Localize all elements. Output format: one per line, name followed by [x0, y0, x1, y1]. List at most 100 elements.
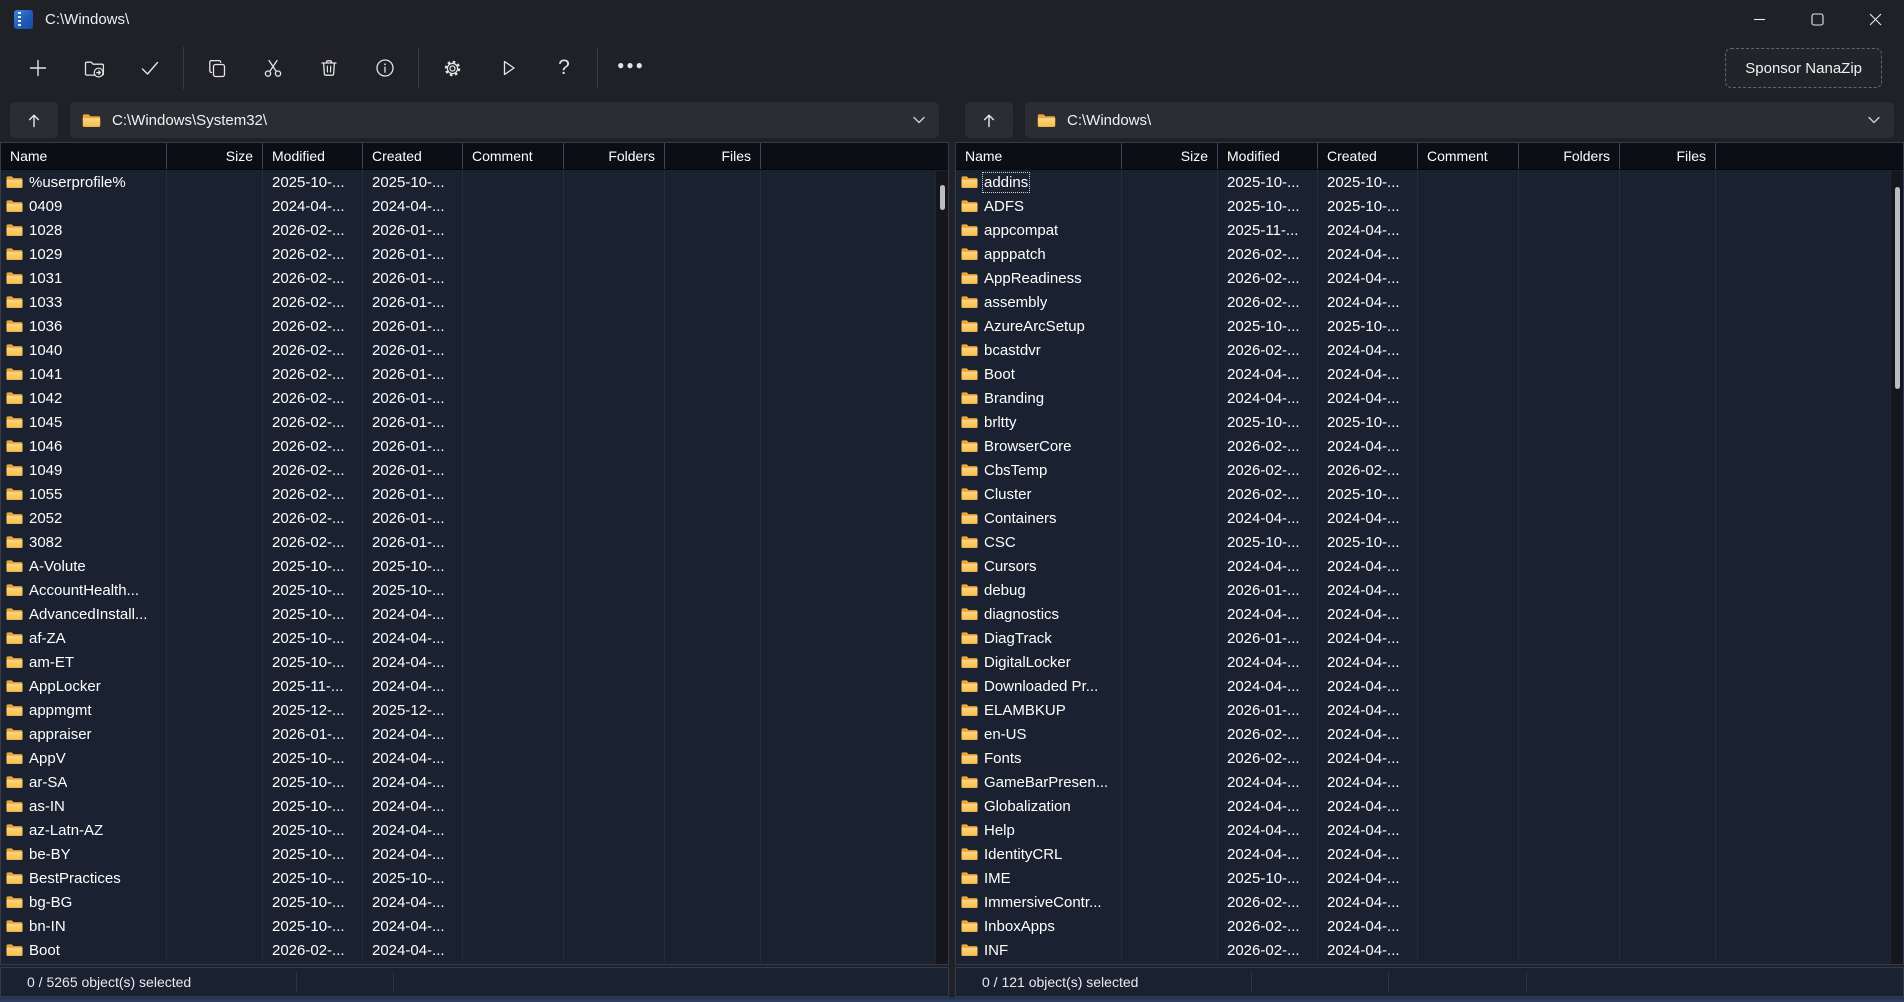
file-row[interactable]: apppatch 2026-02-... 2024-04-... — [956, 242, 1890, 266]
column-header-created[interactable]: Created — [1318, 143, 1418, 169]
scrollbar-thumb[interactable] — [940, 185, 945, 210]
test-check-button[interactable] — [122, 46, 178, 90]
cut-button[interactable] — [245, 46, 301, 90]
file-row[interactable]: INF 2026-02-... 2024-04-... — [956, 938, 1890, 962]
file-row[interactable]: CSC 2025-10-... 2025-10-... — [956, 530, 1890, 554]
column-header-name[interactable]: Name — [956, 143, 1122, 169]
file-row[interactable]: AzureArcSetup 2025-10-... 2025-10-... — [956, 314, 1890, 338]
column-header-files[interactable]: Files — [1620, 143, 1716, 169]
file-row[interactable]: 1029 2026-02-... 2026-01-... — [1, 242, 935, 266]
column-header-modified[interactable]: Modified — [263, 143, 363, 169]
more-options-button[interactable]: ●●● — [603, 46, 659, 90]
file-row[interactable]: DiagTrack 2026-01-... 2024-04-... — [956, 626, 1890, 650]
column-header-size[interactable]: Size — [1122, 143, 1218, 169]
column-header-modified[interactable]: Modified — [1218, 143, 1318, 169]
sponsor-button[interactable]: Sponsor NanaZip — [1725, 48, 1882, 88]
file-row[interactable]: appcompat 2025-11-... 2024-04-... — [956, 218, 1890, 242]
file-row[interactable]: 2052 2026-02-... 2026-01-... — [1, 506, 935, 530]
file-row[interactable]: GameBarPresen... 2024-04-... 2024-04-... — [956, 770, 1890, 794]
file-row[interactable]: diagnostics 2024-04-... 2024-04-... — [956, 602, 1890, 626]
file-row[interactable]: be-BY 2025-10-... 2024-04-... — [1, 842, 935, 866]
file-row[interactable]: IME 2025-10-... 2024-04-... — [956, 866, 1890, 890]
file-row[interactable]: ImmersiveContr... 2026-02-... 2024-04-..… — [956, 890, 1890, 914]
file-row[interactable]: 1028 2026-02-... 2026-01-... — [1, 218, 935, 242]
chevron-down-icon[interactable] — [913, 116, 925, 124]
column-header-comment[interactable]: Comment — [1418, 143, 1519, 169]
file-row[interactable]: bcastdvr 2026-02-... 2024-04-... — [956, 338, 1890, 362]
file-row[interactable]: bn-IN 2025-10-... 2024-04-... — [1, 914, 935, 938]
file-row[interactable]: assembly 2026-02-... 2024-04-... — [956, 290, 1890, 314]
file-row[interactable]: AppReadiness 2026-02-... 2024-04-... — [956, 266, 1890, 290]
add-button[interactable] — [10, 46, 66, 90]
file-row[interactable]: addins 2025-10-... 2025-10-... — [956, 170, 1890, 194]
column-header-comment[interactable]: Comment — [463, 143, 564, 169]
chevron-down-icon[interactable] — [1868, 116, 1880, 124]
scrollbar-thumb[interactable] — [1895, 187, 1900, 389]
file-row[interactable]: as-IN 2025-10-... 2024-04-... — [1, 794, 935, 818]
extract-folder-button[interactable] — [66, 46, 122, 90]
file-row[interactable]: ELAMBKUP 2026-01-... 2024-04-... — [956, 698, 1890, 722]
file-row[interactable]: 3082 2026-02-... 2026-01-... — [1, 530, 935, 554]
file-row[interactable]: Help 2024-04-... 2024-04-... — [956, 818, 1890, 842]
file-row[interactable]: debug 2026-01-... 2024-04-... — [956, 578, 1890, 602]
file-row[interactable]: 1033 2026-02-... 2026-01-... — [1, 290, 935, 314]
file-row[interactable]: 1040 2026-02-... 2026-01-... — [1, 338, 935, 362]
delete-trash-button[interactable] — [301, 46, 357, 90]
file-row[interactable]: bg-BG 2025-10-... 2024-04-... — [1, 890, 935, 914]
vertical-scrollbar[interactable] — [935, 171, 948, 964]
file-row[interactable]: BestPractices 2025-10-... 2025-10-... — [1, 866, 935, 890]
file-row[interactable]: AccountHealth... 2025-10-... 2025-10-... — [1, 578, 935, 602]
file-row[interactable]: 0409 2024-04-... 2024-04-... — [1, 194, 935, 218]
file-row[interactable]: appmgmt 2025-12-... 2025-12-... — [1, 698, 935, 722]
file-row[interactable]: AppV 2025-10-... 2024-04-... — [1, 746, 935, 770]
file-row[interactable]: %userprofile% 2025-10-... 2025-10-... — [1, 170, 935, 194]
column-header-size[interactable]: Size — [167, 143, 263, 169]
file-row[interactable]: Boot 2024-04-... 2024-04-... — [956, 362, 1890, 386]
column-header-files[interactable]: Files — [665, 143, 761, 169]
file-row[interactable]: 1055 2026-02-... 2026-01-... — [1, 482, 935, 506]
file-row[interactable]: InboxApps 2026-02-... 2024-04-... — [956, 914, 1890, 938]
file-row[interactable]: DigitalLocker 2024-04-... 2024-04-... — [956, 650, 1890, 674]
file-row[interactable]: Downloaded Pr... 2024-04-... 2024-04-... — [956, 674, 1890, 698]
file-row[interactable]: 1049 2026-02-... 2026-01-... — [1, 458, 935, 482]
file-row[interactable]: Boot 2026-02-... 2024-04-... — [1, 938, 935, 962]
file-row[interactable]: am-ET 2025-10-... 2024-04-... — [1, 650, 935, 674]
file-row[interactable]: 1036 2026-02-... 2026-01-... — [1, 314, 935, 338]
info-button[interactable] — [357, 46, 413, 90]
file-row[interactable]: Cursors 2024-04-... 2024-04-... — [956, 554, 1890, 578]
help-button[interactable]: ? — [536, 46, 592, 90]
minimize-button[interactable] — [1730, 0, 1788, 38]
file-row[interactable]: A-Volute 2025-10-... 2025-10-... — [1, 554, 935, 578]
file-row[interactable]: CbsTemp 2026-02-... 2026-02-... — [956, 458, 1890, 482]
column-header-folders[interactable]: Folders — [1519, 143, 1620, 169]
file-row[interactable]: af-ZA 2025-10-... 2024-04-... — [1, 626, 935, 650]
file-row[interactable]: Globalization 2024-04-... 2024-04-... — [956, 794, 1890, 818]
file-row[interactable]: ADFS 2025-10-... 2025-10-... — [956, 194, 1890, 218]
vertical-scrollbar[interactable] — [1890, 171, 1903, 964]
file-row[interactable]: BrowserCore 2026-02-... 2024-04-... — [956, 434, 1890, 458]
column-header-created[interactable]: Created — [363, 143, 463, 169]
file-row[interactable]: IdentityCRL 2024-04-... 2024-04-... — [956, 842, 1890, 866]
copy-button[interactable] — [189, 46, 245, 90]
file-row[interactable]: az-Latn-AZ 2025-10-... 2024-04-... — [1, 818, 935, 842]
path-combo[interactable]: C:\Windows\ — [1025, 102, 1894, 138]
file-row[interactable]: en-US 2026-02-... 2024-04-... — [956, 722, 1890, 746]
file-row[interactable]: ar-SA 2025-10-... 2024-04-... — [1, 770, 935, 794]
file-row[interactable]: brltty 2025-10-... 2025-10-... — [956, 410, 1890, 434]
up-button[interactable] — [965, 102, 1013, 138]
column-header-name[interactable]: Name — [1, 143, 167, 169]
file-row[interactable]: 1042 2026-02-... 2026-01-... — [1, 386, 935, 410]
maximize-button[interactable] — [1788, 0, 1846, 38]
run-play-button[interactable] — [480, 46, 536, 90]
settings-gear-button[interactable] — [424, 46, 480, 90]
path-combo[interactable]: C:\Windows\System32\ — [70, 102, 939, 138]
file-row[interactable]: Containers 2024-04-... 2024-04-... — [956, 506, 1890, 530]
file-row[interactable]: Branding 2024-04-... 2024-04-... — [956, 386, 1890, 410]
file-row[interactable]: appraiser 2026-01-... 2024-04-... — [1, 722, 935, 746]
file-row[interactable]: Cluster 2026-02-... 2025-10-... — [956, 482, 1890, 506]
column-header-folders[interactable]: Folders — [564, 143, 665, 169]
file-row[interactable]: Fonts 2026-02-... 2024-04-... — [956, 746, 1890, 770]
file-row[interactable]: 1045 2026-02-... 2026-01-... — [1, 410, 935, 434]
file-row[interactable]: AppLocker 2025-11-... 2024-04-... — [1, 674, 935, 698]
file-row[interactable]: 1046 2026-02-... 2026-01-... — [1, 434, 935, 458]
